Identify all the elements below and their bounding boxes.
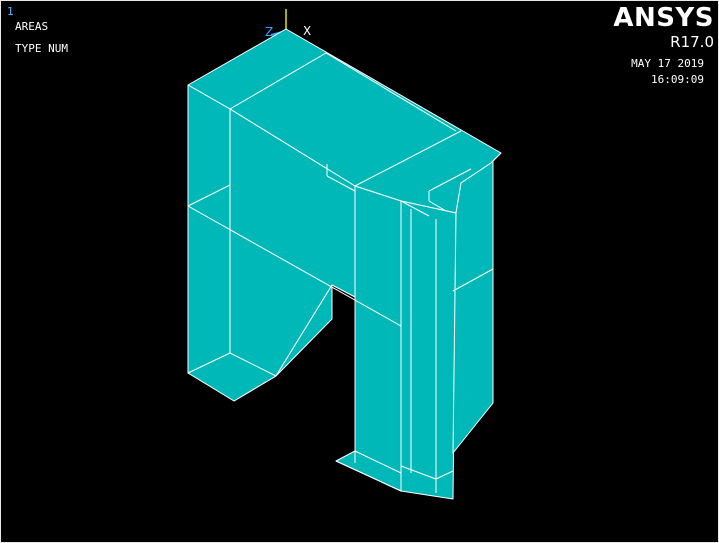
area-left-wall [187, 84, 231, 394]
area-column [354, 185, 402, 492]
model-canvas: X Z [187, 9, 502, 500]
triad-x-label: X [303, 24, 311, 38]
area-column-strip [400, 200, 457, 500]
area-right-side [452, 152, 502, 454]
graphics-viewport[interactable]: 1 AREAS TYPE NUM ANSYS R17.0 MAY 17 2019… [0, 0, 719, 543]
model-areas [187, 28, 502, 500]
